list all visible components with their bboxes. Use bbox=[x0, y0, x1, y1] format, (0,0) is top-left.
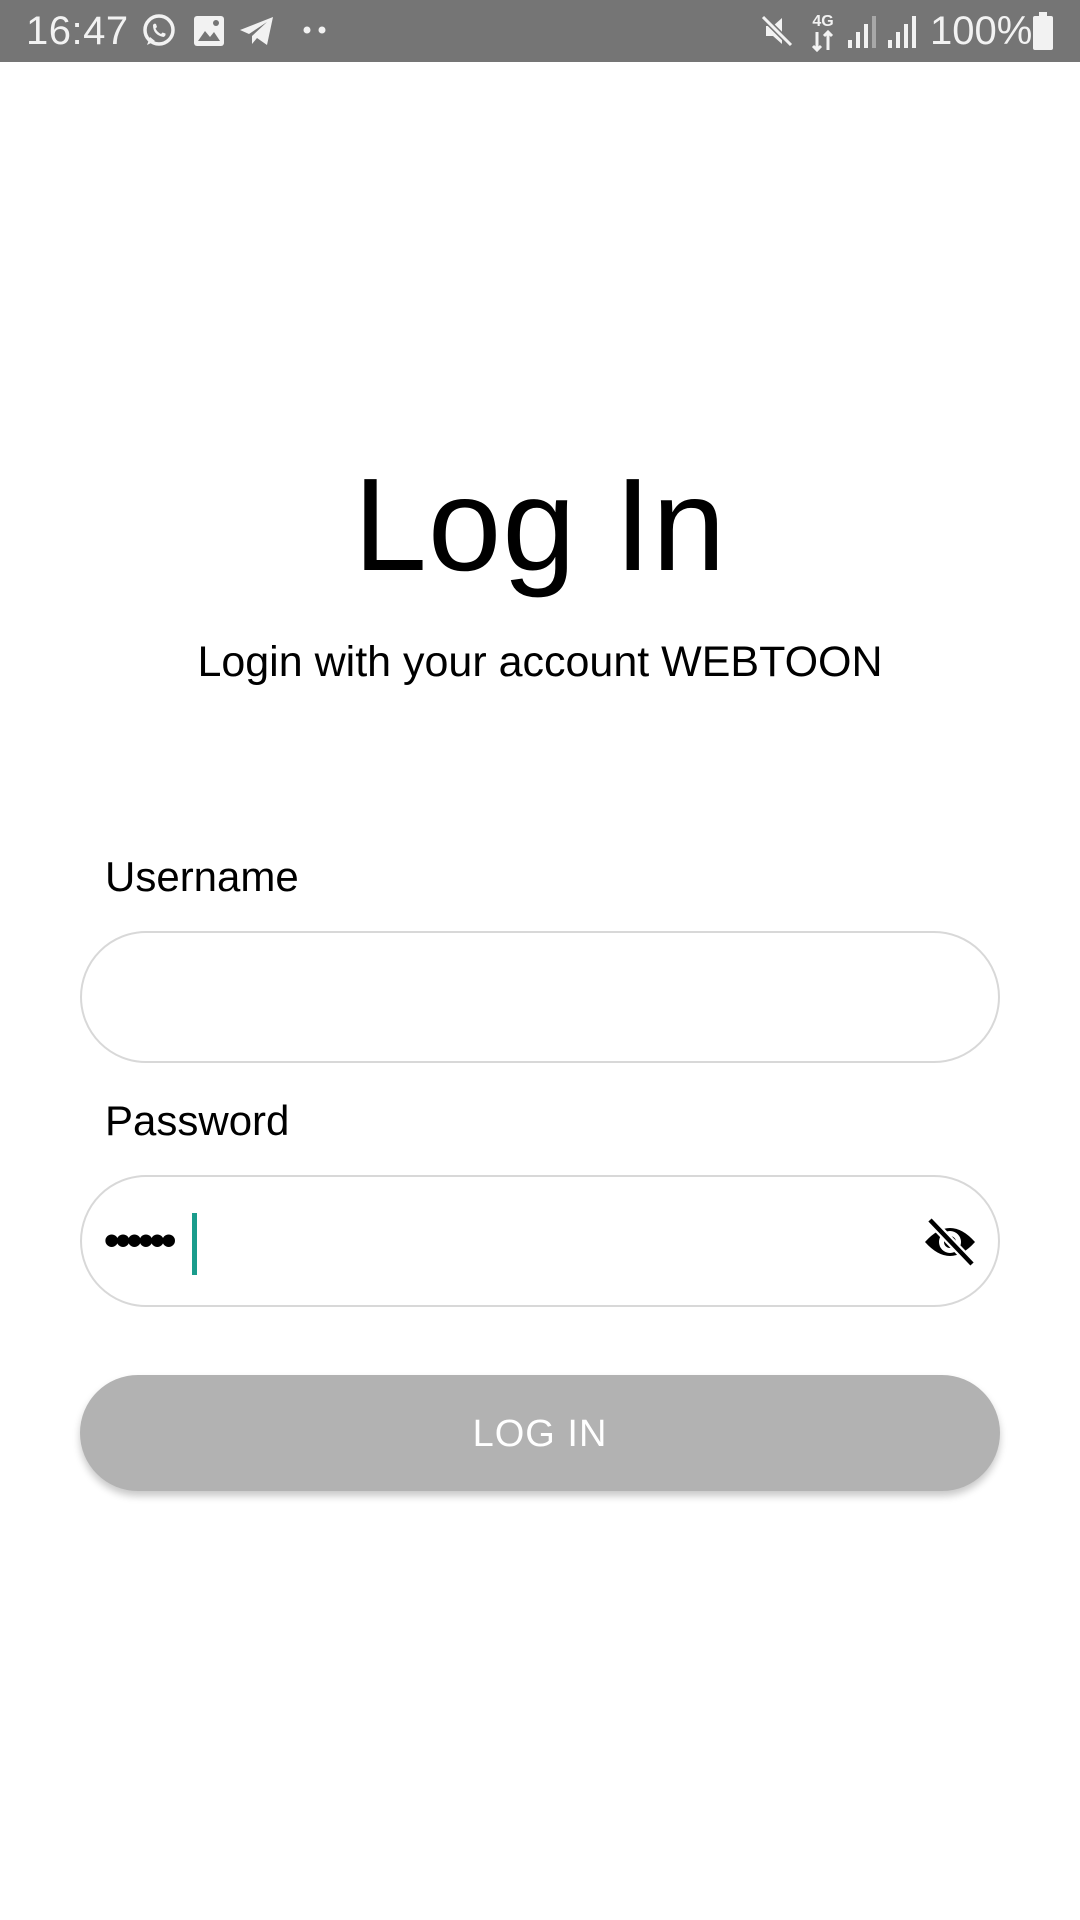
signal-icon-2 bbox=[886, 12, 918, 50]
status-bar: 16:47 4G 100% bbox=[0, 0, 1080, 62]
battery-icon bbox=[1032, 12, 1054, 50]
password-label: Password bbox=[105, 1097, 290, 1144]
signal-icon bbox=[846, 12, 878, 50]
username-input[interactable] bbox=[80, 931, 1000, 1063]
login-button[interactable]: LOG IN bbox=[80, 1375, 1000, 1491]
battery-percentage: 100% bbox=[930, 9, 1033, 53]
whatsapp-icon bbox=[140, 12, 178, 50]
more-notifications-icon bbox=[302, 24, 330, 62]
status-time: 16:47 bbox=[26, 9, 129, 53]
telegram-icon bbox=[238, 12, 276, 50]
password-value: •••••• bbox=[104, 1216, 176, 1265]
4g-icon: 4G bbox=[808, 10, 838, 52]
svg-text:4G: 4G bbox=[812, 13, 833, 30]
page-subtitle: Login with your account WEBTOON bbox=[197, 638, 883, 686]
text-caret bbox=[192, 1213, 197, 1275]
eye-off-icon[interactable] bbox=[922, 1216, 978, 1268]
password-input[interactable]: •••••• bbox=[80, 1175, 1000, 1307]
username-label: Username bbox=[105, 853, 299, 900]
page-title: Log In bbox=[353, 451, 727, 598]
gallery-icon bbox=[192, 12, 226, 50]
mute-icon bbox=[758, 12, 796, 50]
